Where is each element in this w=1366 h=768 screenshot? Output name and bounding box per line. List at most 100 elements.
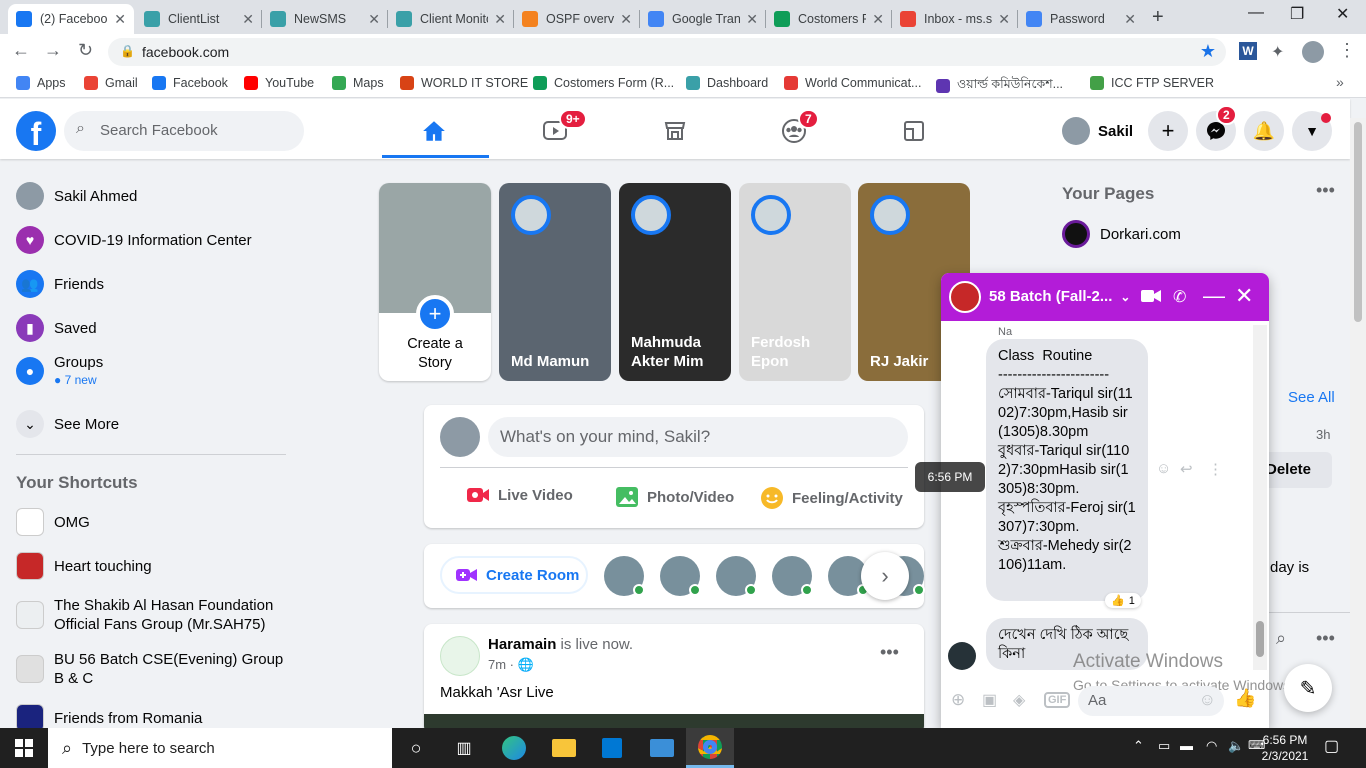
groups-tab[interactable]: 7 (774, 109, 819, 148)
post-time[interactable]: 7m · (488, 657, 514, 672)
contacts-search-icon[interactable]: ⌕ (1276, 628, 1286, 649)
wifi-icon[interactable]: ◠ (1206, 738, 1217, 754)
reload-icon[interactable]: ↻ (78, 40, 93, 61)
close-tab-icon[interactable]: ✕ (368, 11, 380, 28)
see-all-link[interactable]: See All (1288, 389, 1335, 406)
bookmark-item[interactable]: Gmail (84, 76, 138, 90)
browser-tab[interactable]: Costomers Form ✕ (766, 4, 892, 34)
gif-icon[interactable]: GIF (1044, 692, 1071, 708)
emoji-icon[interactable]: ☺ (1199, 690, 1216, 710)
post-more-icon[interactable]: ••• (880, 642, 899, 663)
address-bar[interactable]: 🔒 facebook.com ★ (108, 38, 1226, 66)
account-menu-button[interactable]: ▼ (1292, 111, 1332, 151)
forward-icon[interactable]: → (44, 40, 62, 61)
marketplace-tab[interactable] (655, 114, 695, 148)
profile-button[interactable]: Sakil (1062, 115, 1133, 147)
bookmark-item[interactable]: Apps (16, 76, 66, 90)
clock[interactable]: 6:56 PM 2/3/2021 (1258, 732, 1312, 764)
bookmark-item[interactable]: World Communicat... (784, 76, 921, 90)
close-tab-icon[interactable]: ✕ (746, 11, 758, 28)
page-item[interactable]: Dorkari.com (1062, 220, 1181, 248)
back-icon[interactable]: ← (12, 40, 30, 61)
browser-tab[interactable]: NewSMS ✕ (262, 4, 388, 34)
bookmark-item[interactable]: ওয়ার্ল্ড কমিউনিকেশ... (936, 76, 1063, 96)
extensions-icon[interactable]: ✦ (1271, 42, 1284, 62)
taskbar-search[interactable]: ⌕ Type here to search (48, 728, 392, 768)
composer-input[interactable]: What's on your mind, Sakil? (488, 417, 908, 457)
sender-avatar[interactable] (948, 642, 976, 670)
reaction-badge[interactable]: 👍 1 (1105, 593, 1141, 608)
search-input[interactable]: ⌕ Search Facebook (64, 111, 304, 151)
bookmark-item[interactable]: WORLD IT STORE (400, 76, 528, 90)
image-icon[interactable]: ▣ (982, 690, 997, 710)
browser-tab[interactable]: ClientList ✕ (136, 4, 262, 34)
bookmark-item[interactable]: ICC FTP SERVER (1090, 76, 1214, 90)
phone-icon[interactable]: ✆ (1173, 287, 1186, 307)
close-chat-icon[interactable]: ✕ (1235, 283, 1253, 309)
new-tab-button[interactable]: + (1152, 6, 1164, 29)
new-message-button[interactable]: ✎ (1284, 664, 1332, 712)
sidebar-item[interactable]: ♥ COVID-19 Information Center (16, 226, 252, 254)
create-button[interactable]: + (1148, 111, 1188, 151)
watch-tab[interactable]: 9+ (535, 109, 587, 148)
chrome-menu-icon[interactable]: ⋮ (1338, 40, 1356, 61)
close-tab-icon[interactable]: ✕ (1124, 11, 1136, 28)
bookmark-item[interactable]: Dashboard (686, 76, 768, 90)
reply-icon[interactable]: ↩ (1180, 460, 1193, 478)
facebook-logo[interactable]: f (16, 111, 56, 151)
bookmark-star-icon[interactable]: ★ (1200, 41, 1216, 62)
sidebar-item[interactable]: ▮ Saved (16, 314, 97, 342)
room-friend-avatar[interactable] (660, 556, 701, 596)
bookmark-item[interactable]: YouTube (244, 76, 314, 90)
mail-icon[interactable] (638, 728, 686, 768)
chat-title[interactable]: 58 Batch (Fall-2... ⌄ (989, 288, 1130, 305)
battery-icon[interactable]: ▬ (1180, 738, 1193, 753)
browser-tab[interactable]: Password ✕ (1018, 4, 1144, 34)
chat-scrollbar[interactable] (1253, 325, 1267, 670)
maximize-icon[interactable]: ❐ (1290, 4, 1304, 24)
close-tab-icon[interactable]: ✕ (242, 11, 254, 28)
store-icon[interactable] (588, 728, 636, 768)
minimize-icon[interactable]: — (1248, 4, 1264, 22)
file-explorer-icon[interactable] (540, 728, 588, 768)
story-card[interactable]: Ferdosh Epon (739, 183, 851, 381)
browser-tab[interactable]: OSPF overview ✕ (514, 4, 640, 34)
browser-tab[interactable]: Inbox - ms.sakil ✕ (892, 4, 1018, 34)
messenger-button[interactable]: 2 (1196, 105, 1237, 151)
notifications-button[interactable]: 🔔 (1244, 111, 1284, 151)
shortcut-item[interactable]: The Shakib Al Hasan Foundation Official … (16, 596, 286, 634)
story-card[interactable]: Mahmuda Akter Mim (619, 183, 731, 381)
browser-tab[interactable]: (2) Facebook ✕ (8, 4, 134, 34)
bookmark-item[interactable]: Costomers Form (R... (533, 76, 674, 90)
gaming-tab[interactable] (894, 114, 934, 148)
page-scrollbar[interactable] (1350, 118, 1366, 728)
volume-icon[interactable]: 🔈 (1228, 738, 1244, 754)
chat-scroll-thumb[interactable] (1256, 621, 1264, 657)
create-story-card[interactable]: + Create a Story (379, 183, 491, 381)
chrome-taskbar-icon[interactable] (686, 728, 734, 768)
tray-device-icon[interactable]: ▭ (1158, 738, 1170, 754)
video-call-icon[interactable] (1141, 289, 1161, 308)
sidebar-item[interactable]: ● Groups ● 7 new (16, 354, 103, 387)
post-author[interactable]: Haramain (488, 636, 556, 653)
sticker-icon[interactable]: ◈ (1013, 690, 1025, 710)
windows-start-button[interactable] (0, 728, 48, 768)
close-tab-icon[interactable]: ✕ (114, 11, 126, 28)
photo-video-button[interactable]: Photo/Video (615, 486, 734, 508)
bookmark-item[interactable]: Facebook (152, 76, 228, 90)
task-view-icon[interactable]: ▥ (440, 728, 488, 768)
close-window-icon[interactable]: ✕ (1336, 4, 1349, 24)
close-tab-icon[interactable]: ✕ (620, 11, 632, 28)
feeling-activity-button[interactable]: Feeling/Activity (760, 486, 903, 510)
create-room-button[interactable]: Create Room (440, 556, 588, 594)
shortcut-item[interactable]: Heart touching (16, 552, 286, 580)
notifications-icon[interactable]: ▢ (1324, 736, 1339, 756)
minimize-chat-icon[interactable]: — (1203, 283, 1225, 309)
close-tab-icon[interactable]: ✕ (872, 11, 884, 28)
haramain-avatar[interactable] (440, 636, 480, 676)
word-extension-icon[interactable]: W (1239, 42, 1257, 60)
live-video-button[interactable]: Live Video (466, 486, 573, 504)
like-icon[interactable]: 👍 (1234, 688, 1256, 709)
sidebar-item[interactable]: 👥 Friends (16, 270, 104, 298)
sidebar-item[interactable]: Sakil Ahmed (16, 182, 137, 210)
